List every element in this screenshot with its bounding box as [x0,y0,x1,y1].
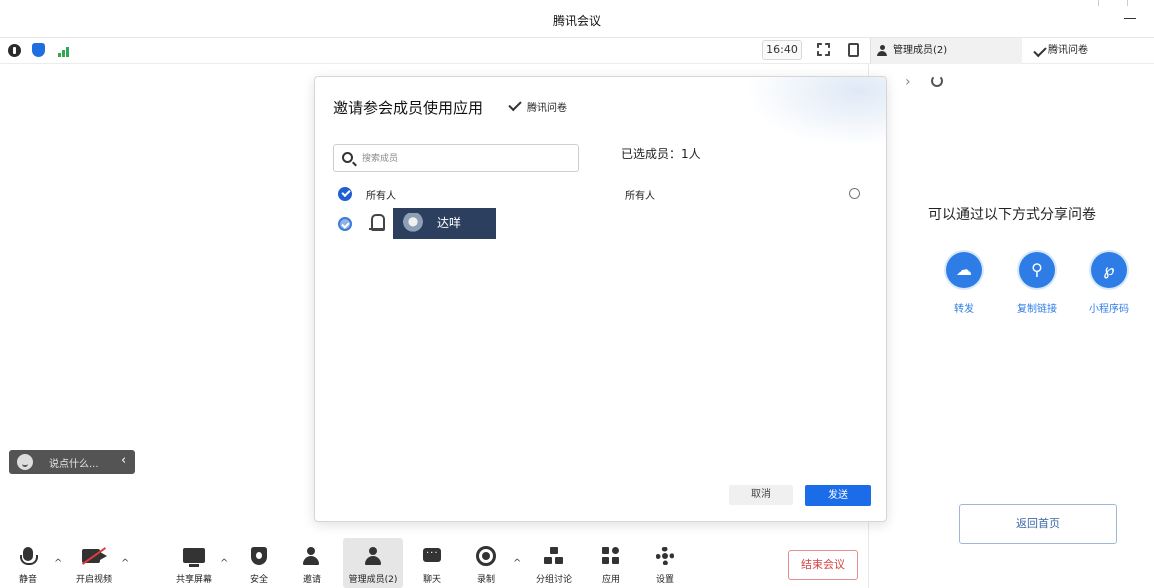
avatar [401,213,425,235]
toolbar-security-label: 安全 [249,575,268,585]
gear-icon [656,547,674,565]
select-all-row[interactable]: 所有人 [333,185,593,203]
record-icon [476,546,496,566]
share-forward-label: 转发 [954,304,974,315]
security-shield-icon[interactable] [32,43,45,57]
share-mini-program-label: 小程序码 [1089,304,1129,315]
toolbar-breakout-label: 分组讨论 [535,575,572,585]
remove-selected-icon[interactable] [849,188,860,199]
search-icon [342,152,353,163]
person-icon [877,45,887,56]
toolbar-share-screen-button[interactable]: 共享屏幕 [168,538,220,588]
toolbar-mute-label: 静音 [18,575,37,585]
select-all-label: 所有人 [366,191,396,202]
selected-members-count: 已选成员：1人 [621,147,701,161]
refresh-icon[interactable] [931,75,943,87]
member-row[interactable]: 达咩 [333,208,633,240]
toolbar-video-button[interactable]: 开启视频 [68,538,120,588]
invite-members-dialog: 邀请参会成员使用应用 腾讯问卷 已选成员：1人 所有人 达咩 所有人 取消 发送 [314,76,887,522]
breakout-icon [544,547,564,565]
toolbar-chat-label: 聊天 [422,575,441,585]
chat-icon [423,545,441,562]
toolbar-record-button[interactable]: 录制 [467,538,505,588]
back-home-button[interactable]: 返回首页 [959,504,1117,544]
quick-chat-placeholder: 说点什么... [49,459,99,470]
host-bell-icon [369,214,385,231]
share-mini-program-button[interactable]: ℘ 小程序码 [1074,252,1144,315]
toolbar-settings-button[interactable]: 设置 [646,538,684,588]
tab-manage-members[interactable]: 管理成员(2) [870,38,1022,64]
survey-check-icon [508,97,522,112]
toolbar-chat-button[interactable]: 聊天 [413,538,451,588]
member-name-tag: 达咩 [393,208,496,239]
survey-share-panel: › 可以通过以下方式分享问卷 ☁ 转发 ⚲ 复制链接 ℘ 小程序码 返回首页 [868,64,1154,588]
toolbar-invite-button[interactable]: 邀请 [293,538,331,588]
toolbar-security-button[interactable]: 安全 [240,538,278,588]
network-signal-icon[interactable] [58,44,72,57]
record-options-caret-icon[interactable]: ^ [513,558,521,569]
member-search-box[interactable] [333,144,579,172]
quick-chat-input[interactable]: 说点什么... ‹ [9,450,135,474]
side-panel-toggle-icon[interactable] [848,43,859,57]
mute-options-caret-icon[interactable]: ^ [54,558,62,569]
toolbar-mute-button[interactable]: 静音 [8,538,48,588]
minimize-button[interactable] [1116,4,1146,28]
tab-manage-members-label: 管理成员(2) [893,45,948,56]
background-window-strip [330,0,855,6]
toolbar-members-label: 管理成员(2) [348,575,398,585]
apps-icon [602,547,620,565]
collapse-chevron-icon[interactable]: ‹ [121,453,126,468]
link-icon: ⚲ [1019,252,1055,288]
toolbar-apps-button[interactable]: 应用 [592,538,630,588]
selected-item-label: 所有人 [625,191,655,202]
screen-share-icon [183,548,205,567]
fullscreen-icon[interactable] [817,43,830,56]
mini-program-icon: ℘ [1091,252,1127,288]
toolbar-members-button[interactable]: 管理成员(2) [343,538,403,588]
tab-tencent-survey-label: 腾讯问卷 [1048,45,1088,56]
dialog-app-name: 腾讯问卷 [505,97,567,114]
meeting-toolbar: 静音 ^ 开启视频 ^ 共享屏幕 ^ 安全 邀请 管理成员(2) 聊天 录制 ^ [0,538,868,588]
share-copy-link-button[interactable]: ⚲ 复制链接 [1002,252,1072,315]
dialog-app-label: 腾讯问卷 [527,103,567,114]
members-icon [364,547,382,565]
video-options-caret-icon[interactable]: ^ [121,558,129,569]
share-title: 可以通过以下方式分享问卷 [928,207,1096,223]
member-name: 达咩 [437,216,462,230]
share-copy-link-label: 复制链接 [1017,304,1057,315]
info-icon[interactable] [8,44,21,57]
chevron-right-icon[interactable]: › [905,74,911,90]
emoji-icon[interactable] [17,454,33,470]
send-button[interactable]: 发送 [805,485,871,506]
meeting-info-bar: 16:40 管理成员(2) 腾讯问卷 [0,38,1154,64]
toolbar-apps-label: 应用 [601,575,620,585]
member-search-input[interactable] [362,151,562,167]
mic-icon [20,547,38,565]
dialog-title: 邀请参会成员使用应用 [333,99,484,117]
invite-icon [303,547,321,565]
toolbar-record-label: 录制 [476,575,495,585]
share-forward-button[interactable]: ☁ 转发 [929,252,999,315]
toolbar-settings-label: 设置 [655,575,674,585]
share-options-caret-icon[interactable]: ^ [220,558,228,569]
select-all-checkbox[interactable] [338,187,352,201]
camera-off-icon [82,549,100,563]
window-title: 腾讯会议 [552,14,601,28]
title-bar: 腾讯会议 [0,0,1154,38]
end-meeting-button[interactable]: 结束会议 [788,550,858,580]
dialog-decoration [746,77,886,147]
toolbar-invite-label: 邀请 [302,575,321,585]
toolbar-breakout-button[interactable]: 分组讨论 [530,538,578,588]
toolbar-share-screen-label: 共享屏幕 [175,575,212,585]
toolbar-video-label: 开启视频 [75,575,112,585]
checkmark-icon [1033,43,1047,58]
shield-icon [251,547,267,565]
tab-tencent-survey[interactable]: 腾讯问卷 [1030,38,1150,64]
member-checkbox[interactable] [338,217,352,231]
cloud-share-icon: ☁ [946,252,982,288]
cancel-button[interactable]: 取消 [729,485,793,505]
meeting-time: 16:40 [762,40,802,60]
